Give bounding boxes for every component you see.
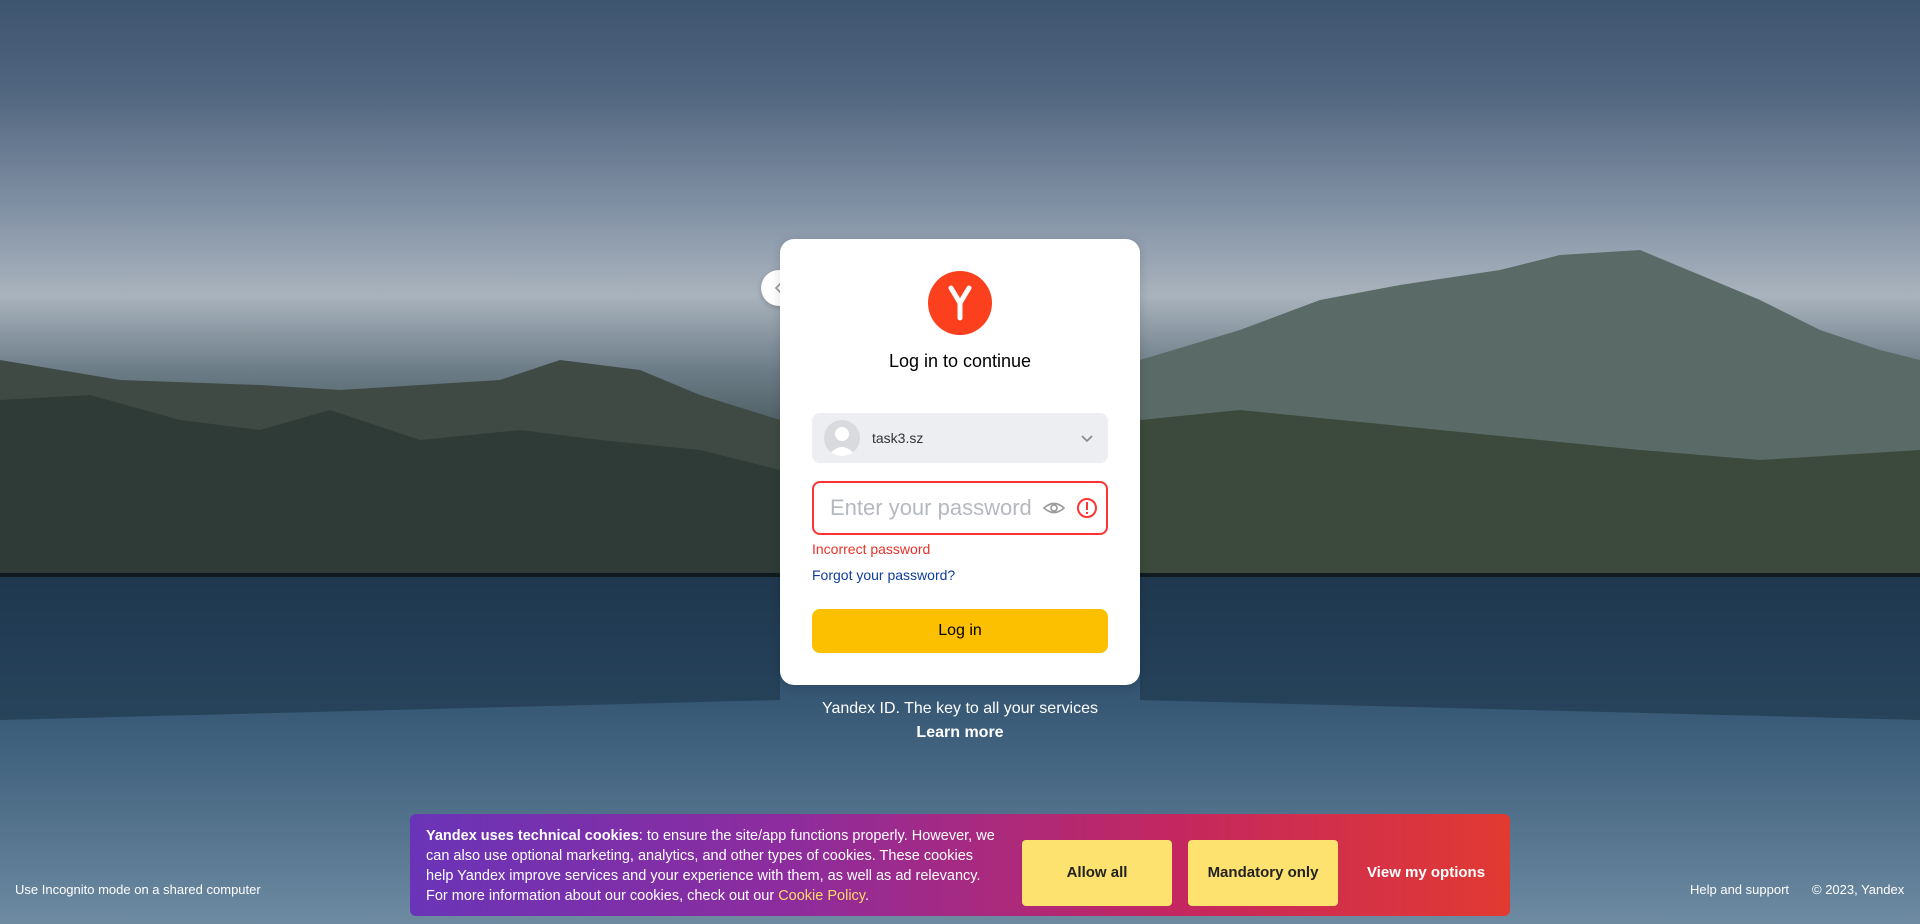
learn-more-link[interactable]: Learn more <box>780 724 1140 742</box>
login-button[interactable]: Log in <box>812 609 1108 653</box>
incognito-hint: Use Incognito mode on a shared computer <box>15 882 261 897</box>
allow-all-button[interactable]: Allow all <box>1022 840 1172 906</box>
cookie-bold-text: Yandex uses technical cookies <box>426 828 639 844</box>
mandatory-only-button[interactable]: Mandatory only <box>1188 840 1338 906</box>
password-input[interactable] <box>828 494 1036 522</box>
login-card: Log in to continue task3.sz Incorrect pa… <box>780 239 1140 685</box>
forgot-password-link[interactable]: Forgot your password? <box>812 567 955 583</box>
view-options-button[interactable]: View my options <box>1356 840 1496 906</box>
cookie-text: Yandex uses technical cookies: to ensure… <box>426 826 996 906</box>
copyright: © 2023, Yandex <box>1812 882 1905 897</box>
avatar <box>824 420 860 456</box>
page-title: Log in to continue <box>888 351 1032 371</box>
chevron-down-icon <box>1081 435 1093 443</box>
warning-icon <box>1077 498 1097 518</box>
account-selector[interactable]: task3.sz <box>812 413 1108 463</box>
cookie-policy-link[interactable]: Cookie Policy <box>778 888 865 904</box>
help-link[interactable]: Help and support <box>1690 882 1789 897</box>
yandex-logo-icon <box>928 271 992 335</box>
cookie-end-text: . <box>864 888 870 904</box>
eye-icon[interactable] <box>1042 499 1066 517</box>
password-field <box>812 481 1108 535</box>
error-message: Incorrect password <box>812 541 931 557</box>
account-name: task3.sz <box>872 430 924 446</box>
tagline: Yandex ID. The key to all your services <box>822 700 1098 717</box>
cookie-banner: Yandex uses technical cookies: to ensure… <box>410 814 1510 916</box>
